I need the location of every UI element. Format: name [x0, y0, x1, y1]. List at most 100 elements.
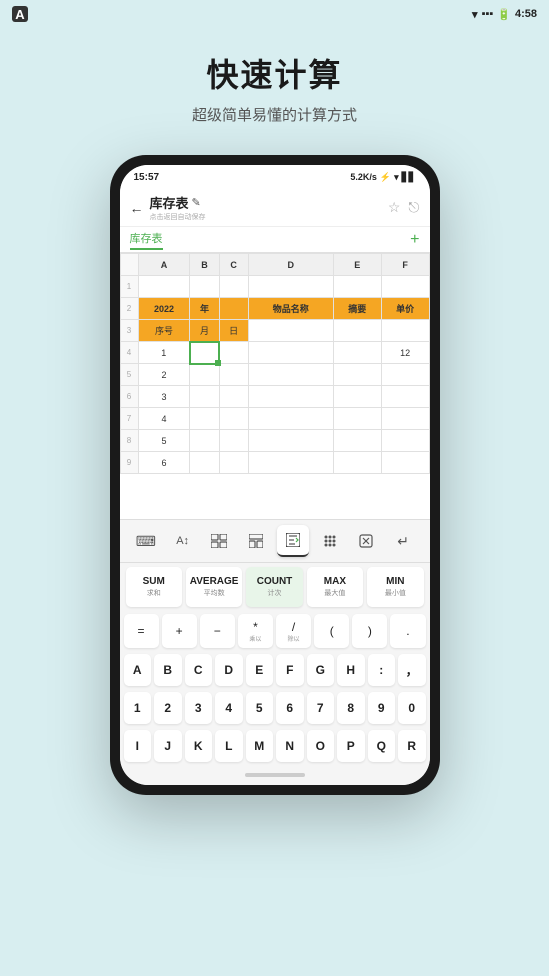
- key-d[interactable]: D: [215, 654, 243, 686]
- col-header-d[interactable]: D: [248, 254, 333, 276]
- key-0[interactable]: 0: [398, 692, 426, 724]
- cell-f5[interactable]: [381, 364, 429, 386]
- cell-c5[interactable]: [219, 364, 248, 386]
- back-icon[interactable]: ←: [130, 200, 144, 216]
- key-8[interactable]: 8: [337, 692, 365, 724]
- cell-e3[interactable]: [333, 320, 381, 342]
- cell-d8[interactable]: [248, 430, 333, 452]
- count-button[interactable]: COUNT 计次: [246, 567, 302, 607]
- open-paren-button[interactable]: (: [314, 614, 349, 648]
- minus-button[interactable]: −: [200, 614, 235, 648]
- cell-a7[interactable]: 4: [138, 408, 190, 430]
- cell-b5[interactable]: [190, 364, 219, 386]
- cell-c6[interactable]: [219, 386, 248, 408]
- cell-a2[interactable]: 2022: [138, 298, 190, 320]
- key-f[interactable]: F: [276, 654, 304, 686]
- tab-sheet1[interactable]: 库存表: [130, 230, 163, 250]
- cell-f1[interactable]: [381, 276, 429, 298]
- cell-c2[interactable]: [219, 298, 248, 320]
- cell-d6[interactable]: [248, 386, 333, 408]
- cell-d3[interactable]: [248, 320, 333, 342]
- layout-icon[interactable]: [240, 525, 272, 557]
- equals-button[interactable]: =: [124, 614, 159, 648]
- cell-d7[interactable]: [248, 408, 333, 430]
- cell-f8[interactable]: [381, 430, 429, 452]
- cell-e2[interactable]: 摘要: [333, 298, 381, 320]
- cell-e4[interactable]: [333, 342, 381, 364]
- key-r[interactable]: R: [398, 730, 426, 762]
- cell-b2[interactable]: 年: [190, 298, 219, 320]
- col-header-a[interactable]: A: [138, 254, 190, 276]
- col-header-c[interactable]: C: [219, 254, 248, 276]
- cell-c7[interactable]: [219, 408, 248, 430]
- key-6[interactable]: 6: [276, 692, 304, 724]
- cell-f7[interactable]: [381, 408, 429, 430]
- cell-b1[interactable]: [190, 276, 219, 298]
- col-header-b[interactable]: B: [190, 254, 219, 276]
- apps-icon[interactable]: [314, 525, 346, 557]
- key-k[interactable]: K: [185, 730, 213, 762]
- cell-a6[interactable]: 3: [138, 386, 190, 408]
- tab-add-button[interactable]: +: [410, 231, 419, 249]
- min-button[interactable]: MIN 最小值: [367, 567, 423, 607]
- key-a[interactable]: A: [124, 654, 152, 686]
- cell-b8[interactable]: [190, 430, 219, 452]
- key-o[interactable]: O: [307, 730, 335, 762]
- cell-c4[interactable]: [219, 342, 248, 364]
- key-q[interactable]: Q: [368, 730, 396, 762]
- key-9[interactable]: 9: [368, 692, 396, 724]
- multiply-button[interactable]: *乘以: [238, 614, 273, 648]
- delete-format-icon[interactable]: [350, 525, 382, 557]
- cell-a1[interactable]: [138, 276, 190, 298]
- cell-a4[interactable]: 1: [138, 342, 190, 364]
- formula-icon[interactable]: [277, 525, 309, 557]
- cell-a9[interactable]: 6: [138, 452, 190, 474]
- max-button[interactable]: MAX 最大值: [307, 567, 363, 607]
- key-1[interactable]: 1: [124, 692, 152, 724]
- key-4[interactable]: 4: [215, 692, 243, 724]
- cell-d9[interactable]: [248, 452, 333, 474]
- cell-e1[interactable]: [333, 276, 381, 298]
- cell-c9[interactable]: [219, 452, 248, 474]
- key-h[interactable]: H: [337, 654, 365, 686]
- edit-icon[interactable]: ✎: [192, 196, 201, 209]
- close-paren-button[interactable]: ): [352, 614, 387, 648]
- share-icon[interactable]: ⎋: [408, 199, 419, 216]
- cell-f3[interactable]: [381, 320, 429, 342]
- keyboard-icon[interactable]: ⌨: [130, 525, 162, 557]
- table-format-icon[interactable]: [203, 525, 235, 557]
- key-j[interactable]: J: [154, 730, 182, 762]
- sum-button[interactable]: SUM 求和: [126, 567, 182, 607]
- key-m[interactable]: M: [246, 730, 274, 762]
- cell-e6[interactable]: [333, 386, 381, 408]
- col-header-e[interactable]: E: [333, 254, 381, 276]
- key-b[interactable]: B: [154, 654, 182, 686]
- cell-b9[interactable]: [190, 452, 219, 474]
- cell-e8[interactable]: [333, 430, 381, 452]
- key-c[interactable]: C: [185, 654, 213, 686]
- cell-d2[interactable]: 物品名称: [248, 298, 333, 320]
- cell-c8[interactable]: [219, 430, 248, 452]
- cell-c1[interactable]: [219, 276, 248, 298]
- average-button[interactable]: AVERAGE 平均数: [186, 567, 242, 607]
- cell-b3[interactable]: 月: [190, 320, 219, 342]
- enter-key-icon[interactable]: ↵: [387, 525, 419, 557]
- key-g[interactable]: G: [307, 654, 335, 686]
- cell-a3[interactable]: 序号: [138, 320, 190, 342]
- dot-button[interactable]: .: [390, 614, 425, 648]
- cell-f2[interactable]: 单价: [381, 298, 429, 320]
- star-icon[interactable]: ☆: [388, 199, 401, 216]
- cell-d1[interactable]: [248, 276, 333, 298]
- cell-e5[interactable]: [333, 364, 381, 386]
- cell-e7[interactable]: [333, 408, 381, 430]
- key-i[interactable]: I: [124, 730, 152, 762]
- key-3[interactable]: 3: [185, 692, 213, 724]
- key-comma[interactable]: ，: [398, 654, 426, 686]
- key-5[interactable]: 5: [246, 692, 274, 724]
- cell-a5[interactable]: 2: [138, 364, 190, 386]
- cell-b7[interactable]: [190, 408, 219, 430]
- key-l[interactable]: L: [215, 730, 243, 762]
- plus-button[interactable]: +: [162, 614, 197, 648]
- col-header-f[interactable]: F: [381, 254, 429, 276]
- cell-b4[interactable]: [190, 342, 219, 364]
